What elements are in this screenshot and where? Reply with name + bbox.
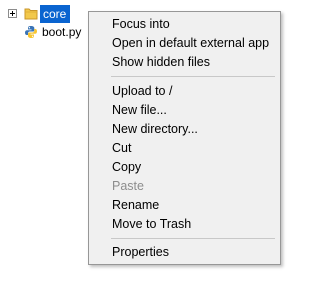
- menu-item-copy[interactable]: Copy: [89, 158, 280, 177]
- expand-icon[interactable]: [8, 9, 17, 18]
- menu-item-new-directory[interactable]: New directory...: [89, 120, 280, 139]
- menu-item-cut[interactable]: Cut: [89, 139, 280, 158]
- menu-item-move-to-trash[interactable]: Move to Trash: [89, 215, 280, 234]
- menu-item-properties[interactable]: Properties: [89, 243, 280, 262]
- folder-icon: [24, 8, 38, 20]
- context-menu: Focus into Open in default external app …: [88, 11, 281, 265]
- menu-item-upload-to[interactable]: Upload to /: [89, 82, 280, 101]
- python-file-icon: [25, 26, 37, 38]
- tree-item-label[interactable]: core: [40, 5, 71, 23]
- menu-separator: [111, 76, 275, 77]
- menu-separator: [111, 238, 275, 239]
- menu-item-paste: Paste: [112, 179, 144, 193]
- menu-item-new-file[interactable]: New file...: [89, 101, 280, 120]
- tree-item-label[interactable]: boot.py: [42, 23, 81, 41]
- menu-item-focus-into[interactable]: Focus into: [89, 15, 280, 34]
- menu-item-open-external[interactable]: Open in default external app: [89, 34, 280, 53]
- menu-item-rename[interactable]: Rename: [89, 196, 280, 215]
- menu-item-show-hidden-files[interactable]: Show hidden files: [89, 53, 280, 72]
